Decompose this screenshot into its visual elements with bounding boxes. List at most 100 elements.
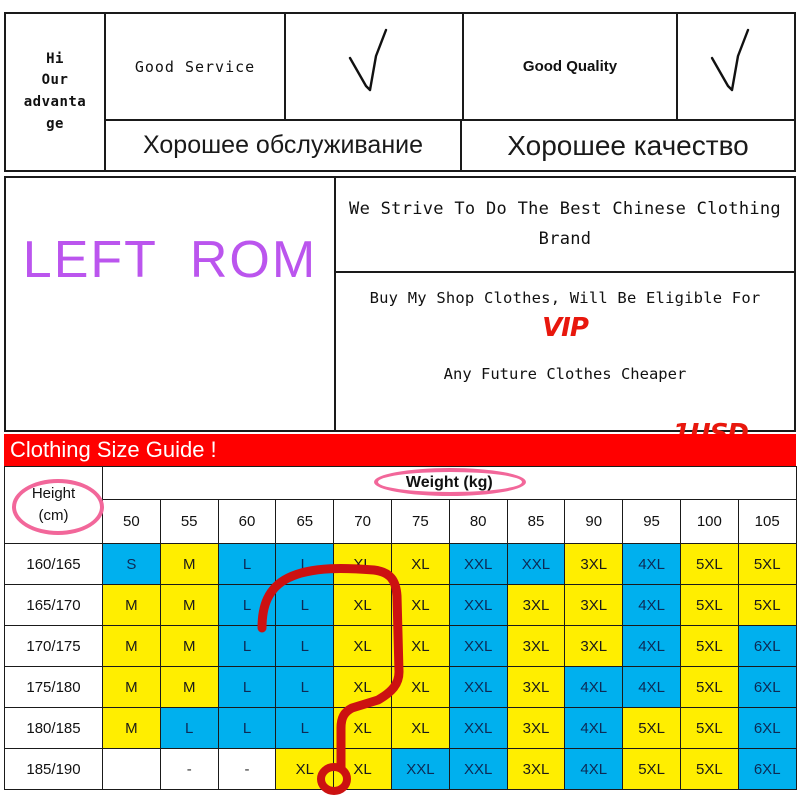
size-cell: 4XL [622, 625, 681, 667]
size-cell: 5XL [622, 748, 681, 790]
height-row-label: 170/175 [4, 625, 103, 667]
russian-service-cell: Хорошее обслуживание [106, 121, 462, 170]
size-chart-head: Height (cm) Weight (kg) 50 55 60 65 70 75 80 85… [4, 465, 797, 544]
advantage-label-line: Hi [46, 50, 64, 67]
size-cell: 6XL [737, 666, 797, 708]
size-cell: M [102, 584, 161, 626]
promo-line-2: Any Future Clothes Cheaper [443, 365, 687, 383]
size-cell: 3XL [564, 625, 624, 667]
russian-service-label: Хорошее обслуживание [143, 131, 423, 159]
size-cell: 4XL [564, 666, 624, 708]
size-cell: XXL [506, 543, 566, 585]
table-row: 180/185 M L L L XL XL XXL 3XL 4XL 5XL 5XL 6XL [4, 707, 797, 749]
size-cell: XXL [448, 707, 508, 749]
promo-block: Buy My Shop Clothes, Will Be Eligible Fo… [336, 273, 794, 449]
size-cell: 3XL [506, 707, 566, 749]
size-cell: 4XL [622, 584, 681, 626]
advantage-cells: Good Service Good Quality Хорошее обслуж… [106, 14, 794, 170]
promo-line-1: Buy My Shop Clothes, Will Be Eligible Fo… [369, 289, 761, 307]
size-cell: M [159, 666, 219, 708]
size-cell: M [159, 584, 219, 626]
size-cell: L [275, 584, 335, 626]
weight-column-header: 105 [737, 499, 797, 544]
size-cell: M [159, 625, 219, 667]
good-service-cell: Good Service [106, 14, 286, 119]
size-cell: L [217, 543, 277, 585]
size-cell: XL [333, 666, 392, 708]
size-guide-title: Clothing Size Guide ! [10, 437, 217, 462]
russian-quality-cell: Хорошее качество [462, 121, 794, 170]
size-cell: L [275, 666, 335, 708]
size-cell: - [159, 748, 219, 790]
weight-column-header: 60 [217, 499, 277, 544]
service-check-cell [286, 14, 464, 119]
table-row: 185/190- - XL XL XXL XXL 3XL 4XL 5XL 5XL 6XL [4, 748, 797, 790]
promo-vip-badge: VIP [542, 313, 589, 343]
advantage-label-line: Our [41, 72, 69, 89]
brand-slogan: We Strive To Do The Best Chinese Clothin… [336, 178, 794, 273]
table-row: 165/170 M M L L XL XL XXL 3XL 3XL 4XL 5XL 5XL [4, 584, 797, 626]
height-row-label: 180/185 [4, 707, 103, 749]
size-cell: - [217, 748, 277, 790]
size-cell: M [102, 666, 161, 708]
size-cell: M [102, 707, 161, 749]
weight-column-header: 65 [275, 499, 335, 544]
size-cell: L [217, 625, 277, 667]
weight-column-header: 85 [506, 499, 566, 544]
size-cell: 4XL [564, 748, 624, 790]
size-cell: M [102, 625, 161, 667]
size-cell: XL [390, 625, 450, 667]
size-cell: XXL [448, 748, 508, 790]
height-row-label: 160/165 [4, 543, 103, 585]
weight-header: Weight (kg) [102, 465, 797, 501]
size-cell: XL [333, 625, 392, 667]
size-cell: XL [390, 707, 450, 749]
size-cell: 5XL [679, 748, 739, 790]
size-cell: 6XL [737, 748, 797, 790]
size-cell: 6XL [737, 707, 797, 749]
weight-column-header: 90 [564, 499, 624, 544]
size-cell: 5XL [737, 543, 797, 585]
size-cell: L [275, 625, 335, 667]
advantage-label-line: advanta [23, 94, 87, 110]
size-cell: 5XL [679, 543, 739, 585]
size-chart-table: Height (cm) Weight (kg) 50 55 60 65 70 75 80 85… [4, 465, 797, 790]
good-service-label: Good Service [134, 57, 256, 76]
weight-column-header: 95 [622, 499, 681, 544]
weight-column-header: 50 [102, 499, 161, 544]
size-chart-body: 160/165 S M L L XL XL XXL XXL 3XL 4XL 5XL 5XL 165/170… [4, 543, 797, 790]
size-cell: XXL [448, 666, 508, 708]
advantage-block: Hi Our advanta ge Good Service Good Quality [4, 12, 796, 172]
size-cell: XXL [448, 543, 508, 585]
size-cell: XXL [448, 584, 508, 626]
size-cell: 3XL [506, 666, 566, 708]
brand-block: LEFT ROM We Strive To Do The Best Chines… [4, 176, 796, 449]
height-row-label: 175/180 [4, 666, 103, 708]
size-cell: 3XL [506, 748, 566, 790]
height-header: Height (cm) [4, 466, 103, 544]
size-cell: XL [333, 707, 392, 749]
size-guide-banner: Clothing Size Guide ! [4, 434, 796, 466]
size-cell [102, 748, 161, 790]
weight-header-row: Height (cm) Weight (kg) [4, 465, 797, 544]
size-cell: 3XL [506, 625, 566, 667]
weight-column-header: 75 [390, 499, 450, 544]
good-quality-label: Good Quality [522, 58, 618, 75]
size-cell: M [159, 543, 219, 585]
size-cell: 4XL [622, 666, 681, 708]
size-cell: 5XL [679, 584, 739, 626]
check-mark-icon [348, 28, 388, 91]
size-cell: 3XL [506, 584, 566, 626]
advantage-row-russian: Хорошее обслуживание Хорошее качество [106, 121, 794, 170]
advantage-label-line: ge [46, 115, 64, 132]
russian-quality-label: Хорошее качество [507, 129, 749, 161]
table-row: 170/175 M M L L XL XL XXL 3XL 3XL 4XL 5XL 6XL [4, 625, 797, 667]
brand-logo-cell: LEFT ROM [6, 178, 336, 430]
size-cell: L [217, 584, 277, 626]
size-chart-page: Hi Our advanta ge Good Service Good Quality [0, 0, 800, 800]
weight-column-header: 55 [159, 499, 219, 544]
size-cell: S [102, 543, 161, 585]
height-row-label: 165/170 [4, 584, 103, 626]
size-cell: XL [275, 748, 335, 790]
weight-values-row: 50 55 60 65 70 75 80 85 90 95 100 105 [5, 499, 797, 544]
